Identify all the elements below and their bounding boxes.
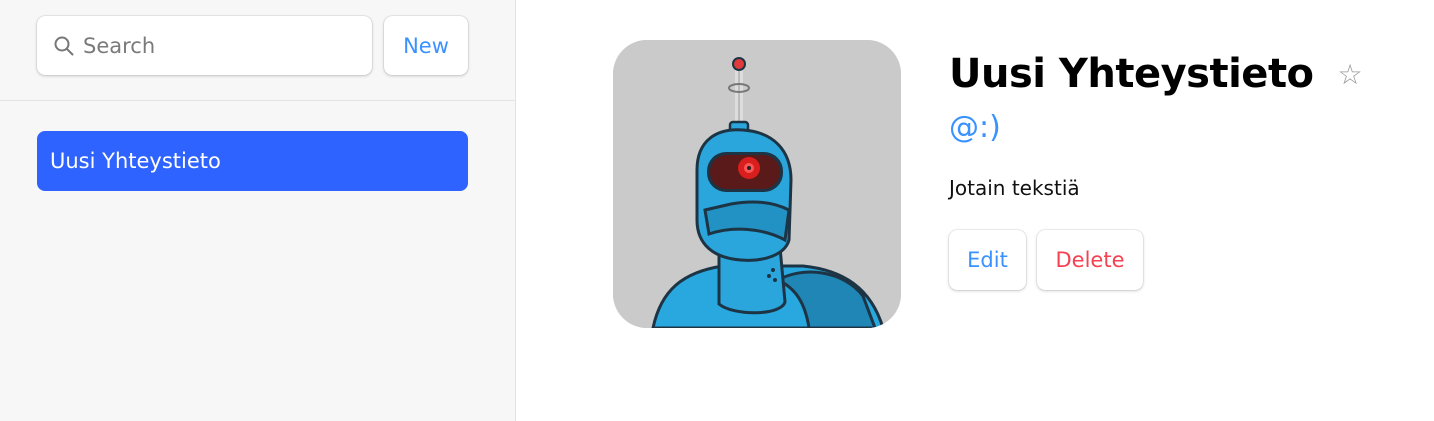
delete-button[interactable]: Delete bbox=[1037, 230, 1143, 290]
contact-handle-link[interactable]: @:) bbox=[949, 110, 1419, 154]
sidebar: New Uusi Yhteystieto bbox=[0, 0, 516, 421]
contact-list-item[interactable]: Uusi Yhteystieto bbox=[37, 131, 468, 191]
favorite-star-icon[interactable]: ☆ bbox=[1338, 59, 1363, 89]
search-input[interactable] bbox=[83, 16, 363, 75]
contact-actions: Edit Delete bbox=[949, 230, 1419, 290]
contact-name: Uusi Yhteystieto bbox=[949, 51, 1314, 97]
contact-detail: Uusi Yhteystieto ☆ @:) Jotain tekstiä Ed… bbox=[517, 0, 1434, 421]
robot-avatar-icon bbox=[613, 40, 901, 328]
name-row: Uusi Yhteystieto ☆ bbox=[949, 44, 1419, 104]
search-icon bbox=[54, 36, 74, 56]
contact-info: Uusi Yhteystieto ☆ @:) Jotain tekstiä Ed… bbox=[949, 44, 1419, 290]
edit-button[interactable]: Edit bbox=[949, 230, 1026, 290]
contact-list: Uusi Yhteystieto bbox=[37, 131, 468, 191]
contact-notes: Jotain tekstiä bbox=[949, 176, 1080, 200]
avatar bbox=[613, 40, 901, 328]
app: New Uusi Yhteystieto bbox=[0, 0, 1434, 421]
sidebar-header: New bbox=[0, 0, 516, 101]
new-button[interactable]: New bbox=[384, 16, 468, 75]
search-box[interactable] bbox=[37, 16, 372, 75]
